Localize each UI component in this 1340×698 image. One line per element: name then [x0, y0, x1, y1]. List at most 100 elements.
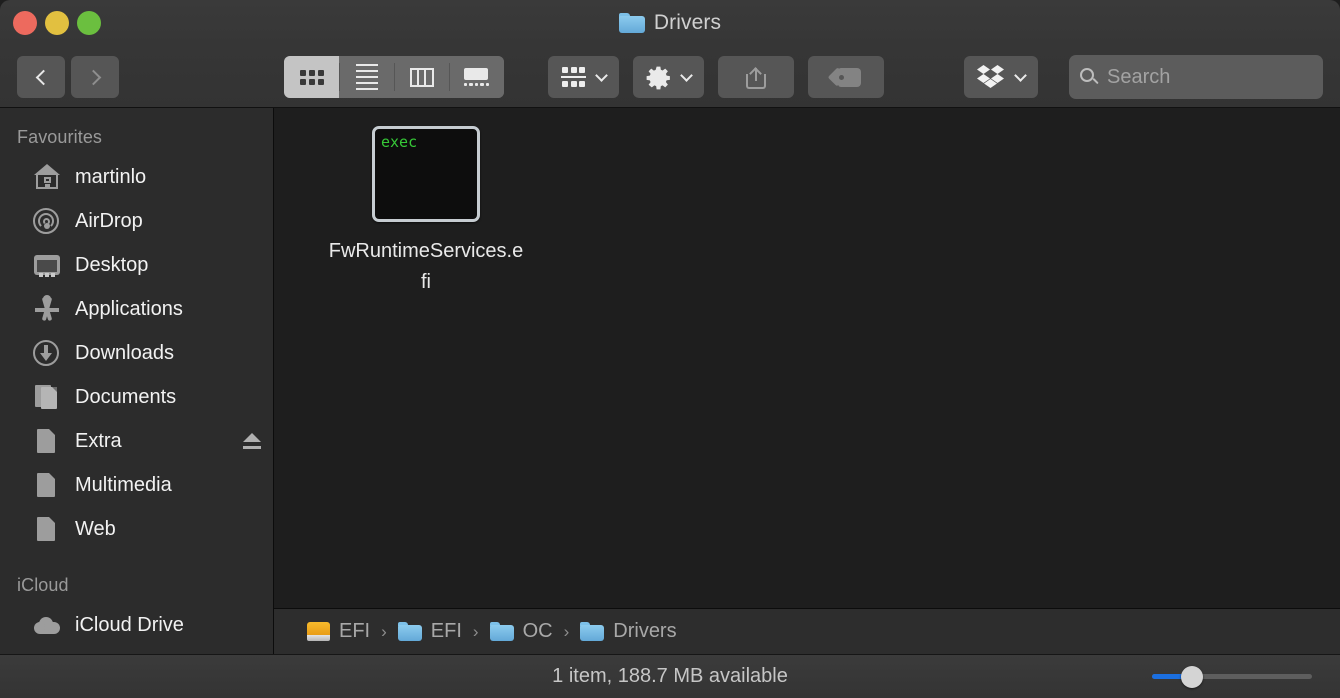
grid-icon [299, 69, 324, 85]
content-column: exec FwRuntimeServices.efi EFI › EFI › O… [274, 108, 1340, 654]
columns-icon [409, 67, 434, 87]
minimize-button[interactable] [45, 11, 69, 35]
file-name-label: FwRuntimeServices.efi [328, 240, 524, 293]
folder-icon [397, 622, 422, 641]
eject-icon[interactable] [243, 433, 261, 449]
sidebar-item-label: Extra [75, 429, 122, 452]
sidebar-item-downloads[interactable]: Downloads [0, 331, 273, 375]
breadcrumb-item-efi[interactable]: EFI [397, 620, 462, 643]
share-icon [746, 65, 766, 89]
breadcrumb-separator: › [563, 622, 570, 641]
maximize-button[interactable] [77, 11, 101, 35]
chevron-down-icon [1014, 68, 1027, 82]
close-button[interactable] [13, 11, 37, 35]
breadcrumb-label: OC [522, 620, 553, 642]
exec-icon-text: exec [381, 133, 418, 151]
search-placeholder: Search [1107, 65, 1171, 88]
search-icon [1080, 68, 1099, 86]
navigation-buttons [17, 56, 119, 98]
chevron-down-icon [595, 68, 608, 82]
sidebar-item-label: Downloads [75, 341, 174, 364]
chevron-left-icon [35, 69, 51, 85]
breadcrumb-label: EFI [430, 620, 462, 642]
chevron-right-icon [85, 69, 101, 85]
traffic-lights [0, 11, 101, 35]
sidebar-item-airdrop[interactable]: AirDrop [0, 199, 273, 243]
exec-icon: exec [372, 126, 480, 222]
view-mode-gallery[interactable] [449, 56, 504, 98]
home-icon [32, 163, 62, 191]
finder-window: Drivers Search Favourites martinlo AirDr… [0, 0, 1340, 698]
sidebar-item-label: Applications [75, 297, 183, 320]
icloud-icon [32, 611, 62, 639]
forward-button[interactable] [71, 56, 119, 98]
sidebar-section-icloud-header: iCloud [17, 575, 69, 595]
sidebar-item-desktop[interactable]: Desktop [0, 243, 273, 287]
drive-icon [307, 622, 330, 641]
breadcrumb-separator: › [381, 622, 387, 641]
sidebar-item-label: Documents [75, 385, 177, 408]
file-grid[interactable]: exec FwRuntimeServices.efi [274, 108, 1340, 608]
breadcrumb-item-oc[interactable]: OC [489, 620, 553, 643]
view-mode-group [284, 56, 504, 98]
list-icon [355, 64, 378, 90]
status-text: 1 item, 188.7 MB available [552, 665, 788, 687]
breadcrumb-separator: › [472, 622, 479, 641]
breadcrumb-label: EFI [339, 620, 371, 642]
back-button[interactable] [17, 56, 65, 98]
folder-icon [489, 622, 514, 641]
sidebar-section-favourites-header: Favourites [17, 127, 103, 147]
slider-knob[interactable] [1181, 665, 1203, 688]
sidebar-item-label: iCloud Drive [75, 613, 184, 636]
view-mode-list[interactable] [339, 56, 394, 98]
action-menu-button[interactable] [633, 56, 704, 98]
folder-icon [580, 622, 605, 641]
view-mode-column[interactable] [394, 56, 449, 98]
sidebar-item-label: AirDrop [75, 209, 143, 232]
search-field[interactable]: Search [1069, 55, 1323, 99]
sidebar-item-documents[interactable]: Documents [0, 375, 273, 419]
file-icon [32, 471, 62, 499]
window-body: Favourites martinlo AirDrop Desktop Appl… [0, 108, 1340, 654]
file-icon [32, 515, 62, 543]
sidebar-item-icloud-drive[interactable]: iCloud Drive [0, 603, 273, 647]
share-button[interactable] [718, 56, 794, 98]
arrange-icon [561, 67, 586, 87]
sidebar-item-label: Multimedia [75, 473, 172, 496]
title-bar: Drivers [0, 0, 1340, 46]
icon-size-slider[interactable] [1152, 665, 1312, 688]
gallery-icon [464, 67, 489, 87]
dropbox-icon [977, 64, 1005, 90]
sidebar-item-label: Desktop [75, 253, 149, 276]
downloads-icon [32, 339, 62, 367]
airdrop-icon [32, 207, 62, 235]
toolbar: Search [0, 46, 1340, 108]
status-bar: 1 item, 188.7 MB available [0, 654, 1340, 698]
breadcrumb-label: Drivers [613, 620, 677, 642]
tag-button[interactable] [808, 56, 884, 98]
breadcrumb-item-drivers[interactable]: Drivers [580, 620, 677, 643]
sidebar-item-multimedia[interactable]: Multimedia [0, 463, 273, 507]
sidebar: Favourites martinlo AirDrop Desktop Appl… [0, 108, 274, 654]
documents-icon [32, 383, 62, 411]
arrange-button[interactable] [548, 56, 619, 98]
sidebar-item-extra[interactable]: Extra [0, 419, 273, 463]
desktop-icon [32, 251, 62, 279]
window-title-text: Drivers [653, 11, 722, 34]
tag-icon [828, 67, 861, 87]
gear-icon [646, 66, 670, 89]
breadcrumb-item-efi-drive[interactable]: EFI [307, 620, 370, 643]
folder-icon [618, 13, 645, 33]
sidebar-item-web[interactable]: Web [0, 507, 273, 551]
sidebar-item-martinlo[interactable]: martinlo [0, 155, 273, 199]
chevron-down-icon [680, 68, 693, 82]
dropbox-button[interactable] [964, 56, 1038, 98]
view-mode-icon[interactable] [284, 56, 339, 98]
apps-icon [32, 295, 62, 323]
sidebar-item-label: Web [75, 517, 116, 540]
sidebar-item-label: martinlo [75, 165, 147, 188]
file-icon [32, 427, 62, 455]
file-item[interactable]: exec FwRuntimeServices.efi [329, 126, 523, 298]
sidebar-item-applications[interactable]: Applications [0, 287, 273, 331]
path-bar: EFI › EFI › OC › Drivers [274, 608, 1340, 654]
